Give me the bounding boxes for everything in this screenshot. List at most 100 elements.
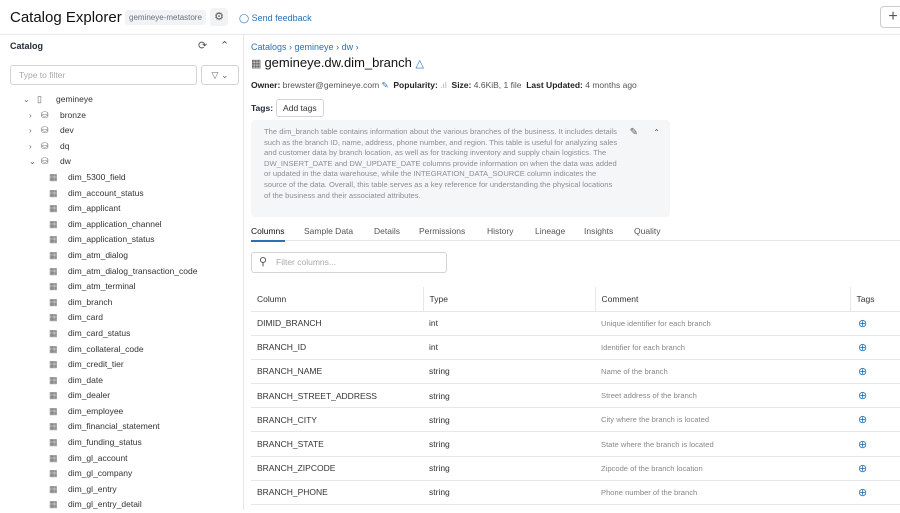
header-type[interactable]: Type	[423, 287, 595, 311]
chevron-icon[interactable]: ⌄	[29, 154, 36, 170]
catalog-filter-input[interactable]: Type to filter	[10, 65, 197, 85]
column-comment: City where the branch is located	[595, 408, 850, 432]
column-comment: Zipcode of the branch location	[595, 456, 850, 480]
tree-table[interactable]: ▦dim_5300_field	[0, 170, 243, 186]
tab-columns[interactable]: Columns	[251, 226, 285, 242]
breadcrumb-schema[interactable]: dw	[342, 42, 354, 52]
table-icon: ▦	[49, 201, 58, 217]
tab-lineage[interactable]: Lineage	[535, 226, 565, 236]
add-tag-icon[interactable]: ⊕	[850, 456, 900, 480]
filter-columns-input[interactable]: ⚲Filter columns...	[251, 252, 447, 273]
tree-table[interactable]: ▦ dim_gl_entry	[0, 482, 243, 498]
chevron-icon[interactable]: ⌄	[23, 92, 30, 108]
breadcrumb-catalog[interactable]: gemineye	[295, 42, 334, 52]
tree-table[interactable]: ▦dim_application_channel	[0, 217, 243, 233]
catalog-tree: ⌄▯gemineye›⛁bronze›⛁dev›⛁dq⌄⛁dw▦dim_5300…	[0, 92, 243, 513]
tab-history[interactable]: History	[487, 226, 513, 236]
tree-table[interactable]: ▦dim_atm_terminal	[0, 279, 243, 295]
column-name: BRANCH_STREET_ADDRESS	[251, 384, 423, 408]
table-row[interactable]: DIMID_BRANCHintUnique identifier for eac…	[251, 311, 900, 335]
tab-insights[interactable]: Insights	[584, 226, 613, 236]
edit-description-icon[interactable]: ✎	[630, 128, 638, 139]
tree-table[interactable]: ▦dim_applicant	[0, 201, 243, 217]
table-icon: ▦	[49, 373, 58, 389]
tree-catalog[interactable]: ⌄▯gemineye	[0, 92, 243, 108]
add-tag-icon[interactable]: ⊕	[850, 408, 900, 432]
table-icon: ▦	[49, 264, 58, 280]
add-tag-icon[interactable]: ⊕	[850, 335, 900, 359]
breadcrumb: Catalogs › gemineye › dw ›	[251, 42, 359, 52]
tree-item-label: dim_dealer	[68, 388, 110, 404]
table-row[interactable]: BRANCH_PHONEstringPhone number of the br…	[251, 480, 900, 504]
tab-permissions[interactable]: Permissions	[419, 226, 465, 236]
tree-table[interactable]: ▦dim_credit_tier	[0, 357, 243, 373]
table-row[interactable]: BRANCH_NAMEstringName of the branch⊕	[251, 359, 900, 383]
table-row[interactable]: BRANCH_STATEstringState where the branch…	[251, 432, 900, 456]
tree-item-label: dim_collateral_code	[68, 342, 144, 358]
tree-table[interactable]: ▦dim_employee	[0, 404, 243, 420]
edit-owner-icon[interactable]: ✎	[382, 80, 389, 90]
metastore-badge[interactable]: gemineye-metastore	[125, 10, 206, 25]
tree-schema[interactable]: ›⛁dev	[0, 123, 243, 139]
chevron-icon[interactable]: ›	[29, 123, 32, 139]
table-name: gemineye.dw.dim_branch	[264, 55, 411, 70]
tree-table[interactable]: ▦dim_application_status	[0, 232, 243, 248]
tree-table[interactable]: ▦dim_collateral_code	[0, 342, 243, 358]
table-icon: ▦	[49, 357, 58, 373]
add-tags-button[interactable]: Add tags	[276, 99, 324, 117]
add-button[interactable]: +	[880, 6, 900, 28]
tree-table[interactable]: ▦dim_account_status	[0, 186, 243, 202]
add-tag-icon[interactable]: ⊕	[850, 480, 900, 504]
refresh-icon[interactable]: ⟳	[198, 39, 207, 52]
tree-item-label: dim_gl_company	[68, 466, 132, 482]
chevron-icon[interactable]: ›	[29, 139, 32, 155]
tree-item-label: dim_gl_entry_detail	[68, 497, 142, 513]
add-tag-icon[interactable]: ⊕	[850, 311, 900, 335]
column-comment: Unique identifier for each branch	[595, 311, 850, 335]
tab-details[interactable]: Details	[374, 226, 400, 236]
header-tags[interactable]: Tags	[850, 287, 900, 311]
tree-table[interactable]: ▦dim_financial_statement	[0, 419, 243, 435]
tree-table[interactable]: ▦dim_branch	[0, 295, 243, 311]
tree-table[interactable]: ▦dim_dealer	[0, 388, 243, 404]
tab-sample-data[interactable]: Sample Data	[304, 226, 353, 236]
tree-table[interactable]: ▦dim_atm_dialog	[0, 248, 243, 264]
tree-table[interactable]: ▦ dim_date	[0, 373, 243, 389]
tree-table[interactable]: ▦dim_funding_status	[0, 435, 243, 451]
table-row[interactable]: BRANCH_STREET_ADDRESSstringStreet addres…	[251, 384, 900, 408]
send-feedback-link[interactable]: ◯ Send feedback	[239, 13, 312, 24]
tree-item-label: dim_date	[68, 373, 103, 389]
tab-quality[interactable]: Quality	[634, 226, 660, 236]
table-row[interactable]: BRANCH_CITYstringCity where the branch i…	[251, 408, 900, 432]
table-row[interactable]: BRANCH_IDintIdentifier for each branch⊕	[251, 335, 900, 359]
tree-schema[interactable]: ›⛁dq	[0, 139, 243, 155]
filter-dropdown-button[interactable]: ▽ ⌄	[201, 65, 239, 85]
chevron-icon[interactable]: ›	[29, 108, 32, 124]
search-icon: ⚲	[259, 253, 267, 272]
tree-item-label: gemineye	[56, 92, 93, 108]
collapse-description-icon[interactable]: ⌃	[653, 128, 660, 139]
tree-table[interactable]: ▦dim_atm_dialog_transaction_code	[0, 264, 243, 280]
tree-schema[interactable]: ›⛁bronze	[0, 108, 243, 124]
tree-item-label: dim_employee	[68, 404, 123, 420]
tree-table[interactable]: ▦dim_gl_company	[0, 466, 243, 482]
tree-table[interactable]: ▦dim_gl_account	[0, 451, 243, 467]
tree-table[interactable]: ▦dim_card	[0, 310, 243, 326]
header-column[interactable]: Column	[251, 287, 423, 311]
gear-icon[interactable]: ⚙	[210, 8, 228, 26]
add-tag-icon[interactable]: ⊕	[850, 384, 900, 408]
tree-table[interactable]: ▦dim_gl_entry_detail	[0, 497, 243, 513]
tree-item-label: dim_financial_statement	[68, 419, 160, 435]
header-comment[interactable]: Comment	[595, 287, 850, 311]
tree-item-label: dim_gl_entry	[68, 482, 117, 498]
tags-row: Tags:Add tags	[251, 99, 324, 117]
tree-table[interactable]: ▦dim_card_status	[0, 326, 243, 342]
tree-schema[interactable]: ⌄⛁dw	[0, 154, 243, 170]
table-icon: ▦	[49, 170, 58, 186]
add-tag-icon[interactable]: ⊕	[850, 432, 900, 456]
table-icon: ▦	[49, 482, 58, 498]
table-row[interactable]: BRANCH_ZIPCODEstringZipcode of the branc…	[251, 456, 900, 480]
collapse-icon[interactable]: ⌃	[220, 39, 229, 52]
breadcrumb-catalogs[interactable]: Catalogs	[251, 42, 287, 52]
add-tag-icon[interactable]: ⊕	[850, 359, 900, 383]
